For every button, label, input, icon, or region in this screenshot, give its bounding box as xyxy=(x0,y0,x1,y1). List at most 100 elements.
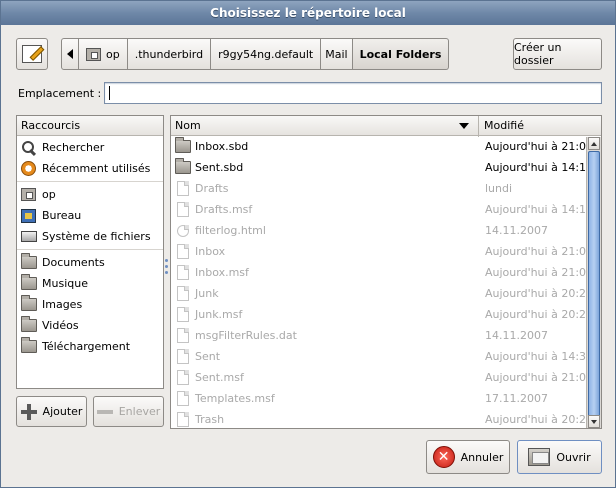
file-modified: Aujourd'hui à 14:32 xyxy=(485,350,594,363)
file-name-cell: msgFilterRules.dat xyxy=(171,328,479,343)
file-modified: Aujourd'hui à 20:20 xyxy=(485,287,594,300)
scrollbar-thumb[interactable] xyxy=(588,151,600,423)
path-crumb-mail[interactable]: Mail xyxy=(321,38,353,70)
path-crumb-thunderbird[interactable]: .thunderbird xyxy=(127,38,212,70)
file-name: Sent xyxy=(195,350,221,363)
file-row[interactable]: Junk.msf Aujourd'hui à 20:20 xyxy=(171,304,601,325)
file-list: Nom Modifié Inbox.sbd Aujourd'hui à 21:08… xyxy=(170,115,602,429)
file-modified: Aujourd'hui à 20:20 xyxy=(485,308,594,321)
location-input[interactable] xyxy=(104,82,602,104)
file-modified: 14.11.2007 xyxy=(485,329,548,342)
file-name-cell: Inbox.sbd xyxy=(171,137,479,153)
file-modified: Aujourd'hui à 14:10 xyxy=(485,203,594,216)
remove-shortcut-button[interactable]: Enlever xyxy=(93,396,164,427)
window-title: Choisissez le répertoire local xyxy=(1,1,615,25)
arrow-down-icon xyxy=(591,420,597,424)
shortcut-recent[interactable]: Récemment utilisés xyxy=(17,158,163,179)
file-name: Sent.msf xyxy=(195,371,244,384)
file-row[interactable]: filterlog.html 14.11.2007 xyxy=(171,220,601,241)
file-chooser-dialog: Choisissez le répertoire local op .thund… xyxy=(0,0,616,488)
minus-icon xyxy=(96,409,113,414)
create-folder-button[interactable]: Créer un dossier xyxy=(513,38,602,70)
add-shortcut-label: Ajouter xyxy=(42,405,83,418)
file-modified: Aujourd'hui à 21:08 xyxy=(485,140,594,153)
file-row[interactable]: Sent Aujourd'hui à 14:32 xyxy=(171,346,601,367)
file-row[interactable]: msgFilterRules.dat 14.11.2007 xyxy=(171,325,601,346)
file-row[interactable]: Drafts.msf Aujourd'hui à 14:10 xyxy=(171,199,601,220)
plus-icon xyxy=(20,403,37,420)
file-name-cell: Inbox.msf xyxy=(171,265,479,280)
file-name-cell: Sent.msf xyxy=(171,370,479,385)
cancel-label: Annuler xyxy=(460,450,504,464)
file-row[interactable]: Junk Aujourd'hui à 20:20 xyxy=(171,283,601,304)
home-folder-icon xyxy=(86,47,101,61)
file-icon xyxy=(176,244,189,259)
path-crumb-label: Local Folders xyxy=(359,47,442,61)
file-row[interactable]: Inbox.sbd Aujourd'hui à 21:08 xyxy=(171,136,601,157)
folder-icon xyxy=(20,316,37,332)
shortcut-videos[interactable]: Vidéos xyxy=(17,315,163,336)
file-icon xyxy=(176,265,189,280)
path-crumb-label: .thunderbird xyxy=(134,47,204,61)
file-name-cell: Trash xyxy=(171,412,479,427)
path-crumb-profile[interactable]: r9gy54ng.default xyxy=(211,38,322,70)
cancel-button[interactable]: ✕ Annuler xyxy=(426,440,510,474)
shortcut-search[interactable]: Rechercher xyxy=(17,137,163,158)
scroll-down-button[interactable] xyxy=(588,415,600,428)
file-name-cell: Sent.sbd xyxy=(171,158,479,174)
file-row[interactable]: Inbox.msf Aujourd'hui à 21:08 xyxy=(171,262,601,283)
scroll-up-button[interactable] xyxy=(588,137,600,150)
column-name-header[interactable]: Nom xyxy=(171,116,479,137)
shortcut-documents[interactable]: Documents xyxy=(17,252,163,273)
folder-icon xyxy=(20,295,37,311)
separator xyxy=(17,181,163,182)
path-bar: op .thunderbird r9gy54ng.default Mail Lo… xyxy=(61,38,450,70)
shortcut-label: Téléchargement xyxy=(42,340,131,353)
file-row[interactable]: Templates.msf 17.11.2007 xyxy=(171,388,601,409)
file-icon xyxy=(176,412,189,427)
column-modified-label: Modifié xyxy=(484,119,524,132)
folder-icon xyxy=(20,253,37,269)
path-crumb-home[interactable]: op xyxy=(79,38,128,70)
shortcut-label: Système de fichiers xyxy=(42,230,151,243)
shortcut-music[interactable]: Musique xyxy=(17,273,163,294)
file-icon xyxy=(176,202,189,217)
column-name-label: Nom xyxy=(175,119,201,132)
file-row[interactable]: Trash Aujourd'hui à 20:25 xyxy=(171,409,601,428)
file-icon xyxy=(176,307,189,322)
file-name-cell: Drafts.msf xyxy=(171,202,479,217)
edit-location-button[interactable] xyxy=(16,38,48,70)
shortcut-home[interactable]: op xyxy=(17,184,163,205)
shortcut-desktop[interactable]: Bureau xyxy=(17,205,163,226)
filesystem-icon xyxy=(20,231,37,242)
column-modified-header[interactable]: Modifié xyxy=(479,116,601,137)
open-button[interactable]: Ouvrir xyxy=(517,440,602,474)
file-row[interactable]: Drafts lundi xyxy=(171,178,601,199)
file-rows: Inbox.sbd Aujourd'hui à 21:08 Sent.sbd Aujo… xyxy=(171,136,601,428)
shortcut-images[interactable]: Images xyxy=(17,294,163,315)
file-name-cell: Templates.msf xyxy=(171,391,479,406)
path-scroll-left-button[interactable] xyxy=(61,38,79,70)
vertical-scrollbar[interactable] xyxy=(586,137,601,428)
file-row[interactable]: Sent.sbd Aujourd'hui à 14:15 xyxy=(171,157,601,178)
add-shortcut-button[interactable]: Ajouter xyxy=(16,396,87,427)
file-name: filterlog.html xyxy=(195,224,266,237)
recent-icon xyxy=(21,161,36,176)
shortcut-label: Musique xyxy=(42,277,88,290)
shortcut-downloads[interactable]: Téléchargement xyxy=(17,336,163,357)
shortcut-filesystem[interactable]: Système de fichiers xyxy=(17,226,163,247)
file-name-cell: Drafts xyxy=(171,181,479,196)
pane-resize-handle[interactable] xyxy=(165,259,169,281)
file-name: Trash xyxy=(195,413,225,426)
file-modified: lundi xyxy=(485,182,513,195)
file-row[interactable]: Sent.msf Aujourd'hui à 21:04 xyxy=(171,367,601,388)
file-name: Junk.msf xyxy=(195,308,243,321)
html-file-icon xyxy=(176,224,189,237)
path-crumb-local-folders[interactable]: Local Folders xyxy=(352,38,450,70)
shortcut-label: Rechercher xyxy=(42,141,105,154)
path-crumb-label: op xyxy=(106,47,120,61)
shortcuts-header[interactable]: Raccourcis xyxy=(17,116,163,136)
file-icon xyxy=(176,391,189,406)
file-name: Drafts xyxy=(195,182,229,195)
file-row[interactable]: Inbox Aujourd'hui à 21:03 xyxy=(171,241,601,262)
